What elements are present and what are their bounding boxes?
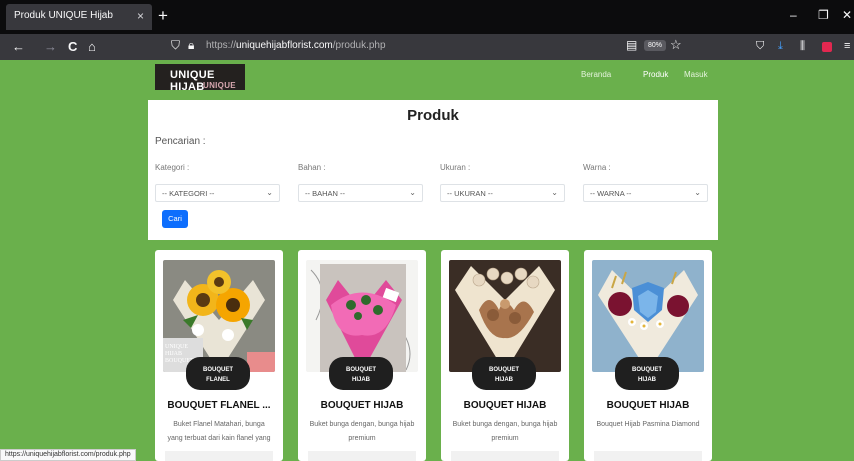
url-text: https://uniquehijabflorist.com/produk.ph… — [206, 40, 386, 51]
search-label: Pencarian : — [155, 136, 206, 147]
product-card[interactable]: BOUQUET HIJAB BOUQUET HIJAB Bouquet Hijab… — [584, 250, 712, 461]
lock-icon[interactable]: 🔒︎ — [188, 38, 194, 53]
extension-icon[interactable] — [822, 42, 832, 52]
forward-icon[interactable]: → — [44, 39, 57, 54]
kategori-select[interactable]: -- KATEGORI -- ⌄ — [155, 184, 280, 202]
downloads-icon[interactable]: ⤓ — [778, 40, 783, 53]
product-description: Bouquet Hijab Pasmina Diamond — [596, 421, 700, 428]
bookmark-star-icon[interactable]: ☆ — [670, 37, 682, 53]
filter-panel: Produk Pencarian : Kategori : Bahan : Uk… — [148, 100, 718, 240]
restore-icon[interactable]: ❐ — [818, 8, 829, 22]
nav-link-produk[interactable]: Produk — [643, 70, 668, 79]
browser-toolbar: ← → C ⌂ ⛉ 🔒︎ https://uniquehijabflorist.… — [0, 34, 854, 60]
product-image[interactable] — [449, 260, 561, 372]
product-category-badge: BOUQUET HIJAB — [615, 357, 679, 390]
product-card[interactable]: BOUQUET HIJAB BOUQUET HIJAB Buket bunga d… — [298, 250, 426, 461]
chevron-down-icon: ⌄ — [266, 188, 273, 197]
product-description: Buket bunga dengan, bunga hijab premium — [309, 421, 415, 442]
address-bar[interactable]: ⛉ 🔒︎ https://uniquehijabflorist.com/prod… — [168, 37, 698, 57]
product-detail-button[interactable] — [308, 451, 416, 461]
library-icon[interactable]: ⫼ — [800, 40, 805, 53]
chevron-down-icon: ⌄ — [551, 188, 558, 197]
browser-tab[interactable]: Produk UNIQUE Hijab × — [6, 4, 152, 30]
product-card[interactable]: BOUQUET HIJAB BOUQUET HIJAB Buket bunga d… — [441, 250, 569, 461]
chevron-down-icon: ⌄ — [694, 188, 701, 197]
bahan-label: Bahan : — [298, 163, 326, 172]
warna-select[interactable]: -- WARNA -- ⌄ — [583, 184, 708, 202]
product-image[interactable]: UNIQUE HIJAB BOUQUET — [163, 260, 275, 372]
product-name[interactable]: BOUQUET HIJAB — [584, 400, 712, 411]
back-icon[interactable]: ← — [12, 39, 25, 54]
reader-view-icon[interactable]: ▤ — [626, 38, 637, 52]
chevron-down-icon: ⌄ — [409, 188, 416, 197]
nav-link-masuk[interactable]: Masuk — [684, 70, 708, 79]
close-tab-icon[interactable]: × — [137, 9, 144, 23]
product-image[interactable] — [592, 260, 704, 372]
product-detail-button[interactable] — [594, 451, 702, 461]
home-icon[interactable]: ⌂ — [88, 39, 96, 54]
nav-link-beranda[interactable]: Beranda — [581, 70, 611, 79]
product-detail-button[interactable] — [165, 451, 273, 461]
product-card[interactable]: UNIQUE HIJAB BOUQUET BOUQUET FLANEL BOUQU… — [155, 250, 283, 461]
kategori-label: Kategori : — [155, 163, 190, 172]
close-window-icon[interactable]: ✕ — [842, 8, 852, 22]
site-logo[interactable]: UNIQUE HIJAB UNIQUE HI — [155, 64, 245, 90]
pocket-icon[interactable]: ⛉ — [756, 40, 764, 53]
tab-title: Produk UNIQUE Hijab — [14, 10, 113, 21]
product-image[interactable] — [306, 260, 418, 372]
reload-icon[interactable]: C — [68, 39, 77, 54]
bahan-select[interactable]: -- BAHAN -- ⌄ — [298, 184, 423, 202]
warna-label: Warna : — [583, 163, 611, 172]
product-name[interactable]: BOUQUET HIJAB — [441, 400, 569, 411]
product-category-badge: BOUQUET HIJAB — [472, 357, 536, 390]
ukuran-select[interactable]: -- UKURAN -- ⌄ — [440, 184, 565, 202]
ukuran-label: Ukuran : — [440, 163, 471, 172]
status-bar-url: https://uniquehijabflorist.com/produk.ph… — [0, 449, 136, 461]
product-description: Buket bunga dengan, bunga hijab premium — [452, 421, 558, 442]
product-name[interactable]: BOUQUET FLANEL ... — [155, 400, 283, 411]
page-title: Produk — [407, 107, 459, 124]
product-name[interactable]: BOUQUET HIJAB — [298, 400, 426, 411]
search-button[interactable]: Cari — [162, 210, 188, 228]
product-description: Buket Flanel Matahari, bunga yang terbua… — [167, 421, 271, 442]
zoom-level[interactable]: 80% — [644, 40, 667, 51]
product-category-badge: BOUQUET HIJAB — [329, 357, 393, 390]
product-detail-button[interactable] — [451, 451, 559, 461]
tracking-shield-icon[interactable]: ⛉ — [171, 38, 180, 53]
new-tab-icon[interactable]: + — [158, 6, 168, 26]
browser-tab-bar: Produk UNIQUE Hijab × + – ❐ ✕ — [0, 0, 854, 34]
product-category-badge: BOUQUET FLANEL — [186, 357, 250, 390]
menu-icon[interactable]: ≡ — [844, 40, 850, 52]
minimize-icon[interactable]: – — [790, 8, 797, 22]
